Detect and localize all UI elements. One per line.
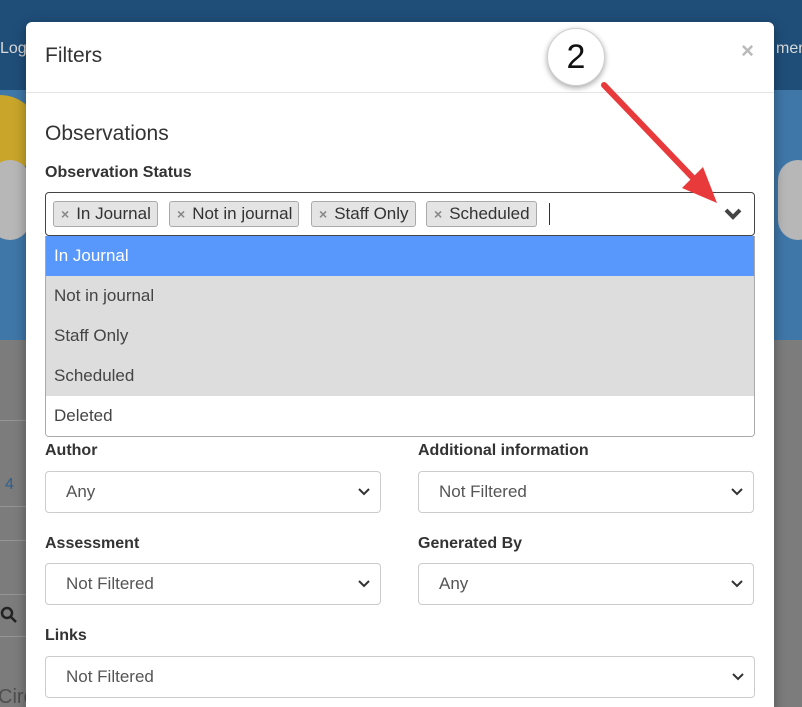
dropdown-option[interactable]: Deleted — [46, 396, 754, 436]
chevron-down-icon — [731, 488, 743, 496]
background-nav-text-right: men — [776, 40, 802, 57]
observation-status-label: Observation Status — [45, 164, 192, 181]
background-divider — [0, 540, 26, 541]
dropdown-option[interactable]: Staff Only — [46, 316, 754, 356]
assessment-label: Assessment — [45, 535, 140, 552]
generated-by-select[interactable]: Any — [418, 563, 754, 605]
cloud-illustration-right — [778, 160, 802, 240]
author-select[interactable]: Any — [45, 471, 381, 513]
tag-label: In Journal — [76, 204, 151, 223]
additional-information-select[interactable]: Not Filtered — [418, 471, 754, 513]
modal-title: Filters — [45, 44, 103, 67]
tag-label: Scheduled — [449, 204, 530, 223]
remove-tag-icon[interactable]: × — [177, 206, 185, 222]
chevron-down-icon — [358, 580, 370, 588]
links-select-value: Not Filtered — [66, 667, 154, 686]
background-page-number: 4 — [5, 476, 14, 493]
background-divider — [0, 636, 26, 637]
selected-tag: × Scheduled — [426, 201, 537, 227]
generated-by-select-value: Any — [439, 574, 469, 593]
remove-tag-icon[interactable]: × — [319, 206, 327, 222]
author-label: Author — [45, 442, 98, 459]
annotation-arrow-icon — [601, 82, 717, 203]
dropdown-option[interactable]: Not in journal — [46, 276, 754, 316]
links-label: Links — [45, 627, 87, 644]
close-icon[interactable]: × — [741, 38, 754, 64]
generated-by-label: Generated By — [418, 535, 523, 552]
author-select-value: Any — [66, 482, 96, 501]
background-divider — [0, 506, 26, 507]
text-cursor — [549, 203, 550, 225]
selected-tag: × Not in journal — [169, 201, 300, 227]
background-divider — [0, 594, 26, 595]
dropdown-option[interactable]: In Journal — [46, 236, 754, 276]
additional-information-select-value: Not Filtered — [439, 482, 527, 501]
observation-status-dropdown: In Journal Not in journal Staff Only Sch… — [45, 236, 755, 437]
links-select[interactable]: Not Filtered — [45, 656, 755, 698]
tag-label: Not in journal — [192, 204, 293, 223]
remove-tag-icon[interactable]: × — [61, 206, 69, 222]
dropdown-option[interactable]: Scheduled — [46, 356, 754, 396]
additional-information-label: Additional information — [418, 442, 589, 459]
chevron-down-icon — [358, 488, 370, 496]
tag-label: Staff Only — [334, 204, 409, 223]
chevron-down-icon — [732, 673, 744, 681]
chevron-down-icon — [731, 580, 743, 588]
search-icon — [0, 606, 17, 623]
section-title-observations: Observations — [45, 122, 169, 145]
selected-tag: × In Journal — [53, 201, 158, 227]
background-divider — [0, 420, 26, 421]
assessment-select-value: Not Filtered — [66, 574, 154, 593]
background-nav-text-left: Log — [0, 40, 27, 57]
selected-tag: × Staff Only — [311, 201, 416, 227]
remove-tag-icon[interactable]: × — [434, 206, 442, 222]
assessment-select[interactable]: Not Filtered — [45, 563, 381, 605]
